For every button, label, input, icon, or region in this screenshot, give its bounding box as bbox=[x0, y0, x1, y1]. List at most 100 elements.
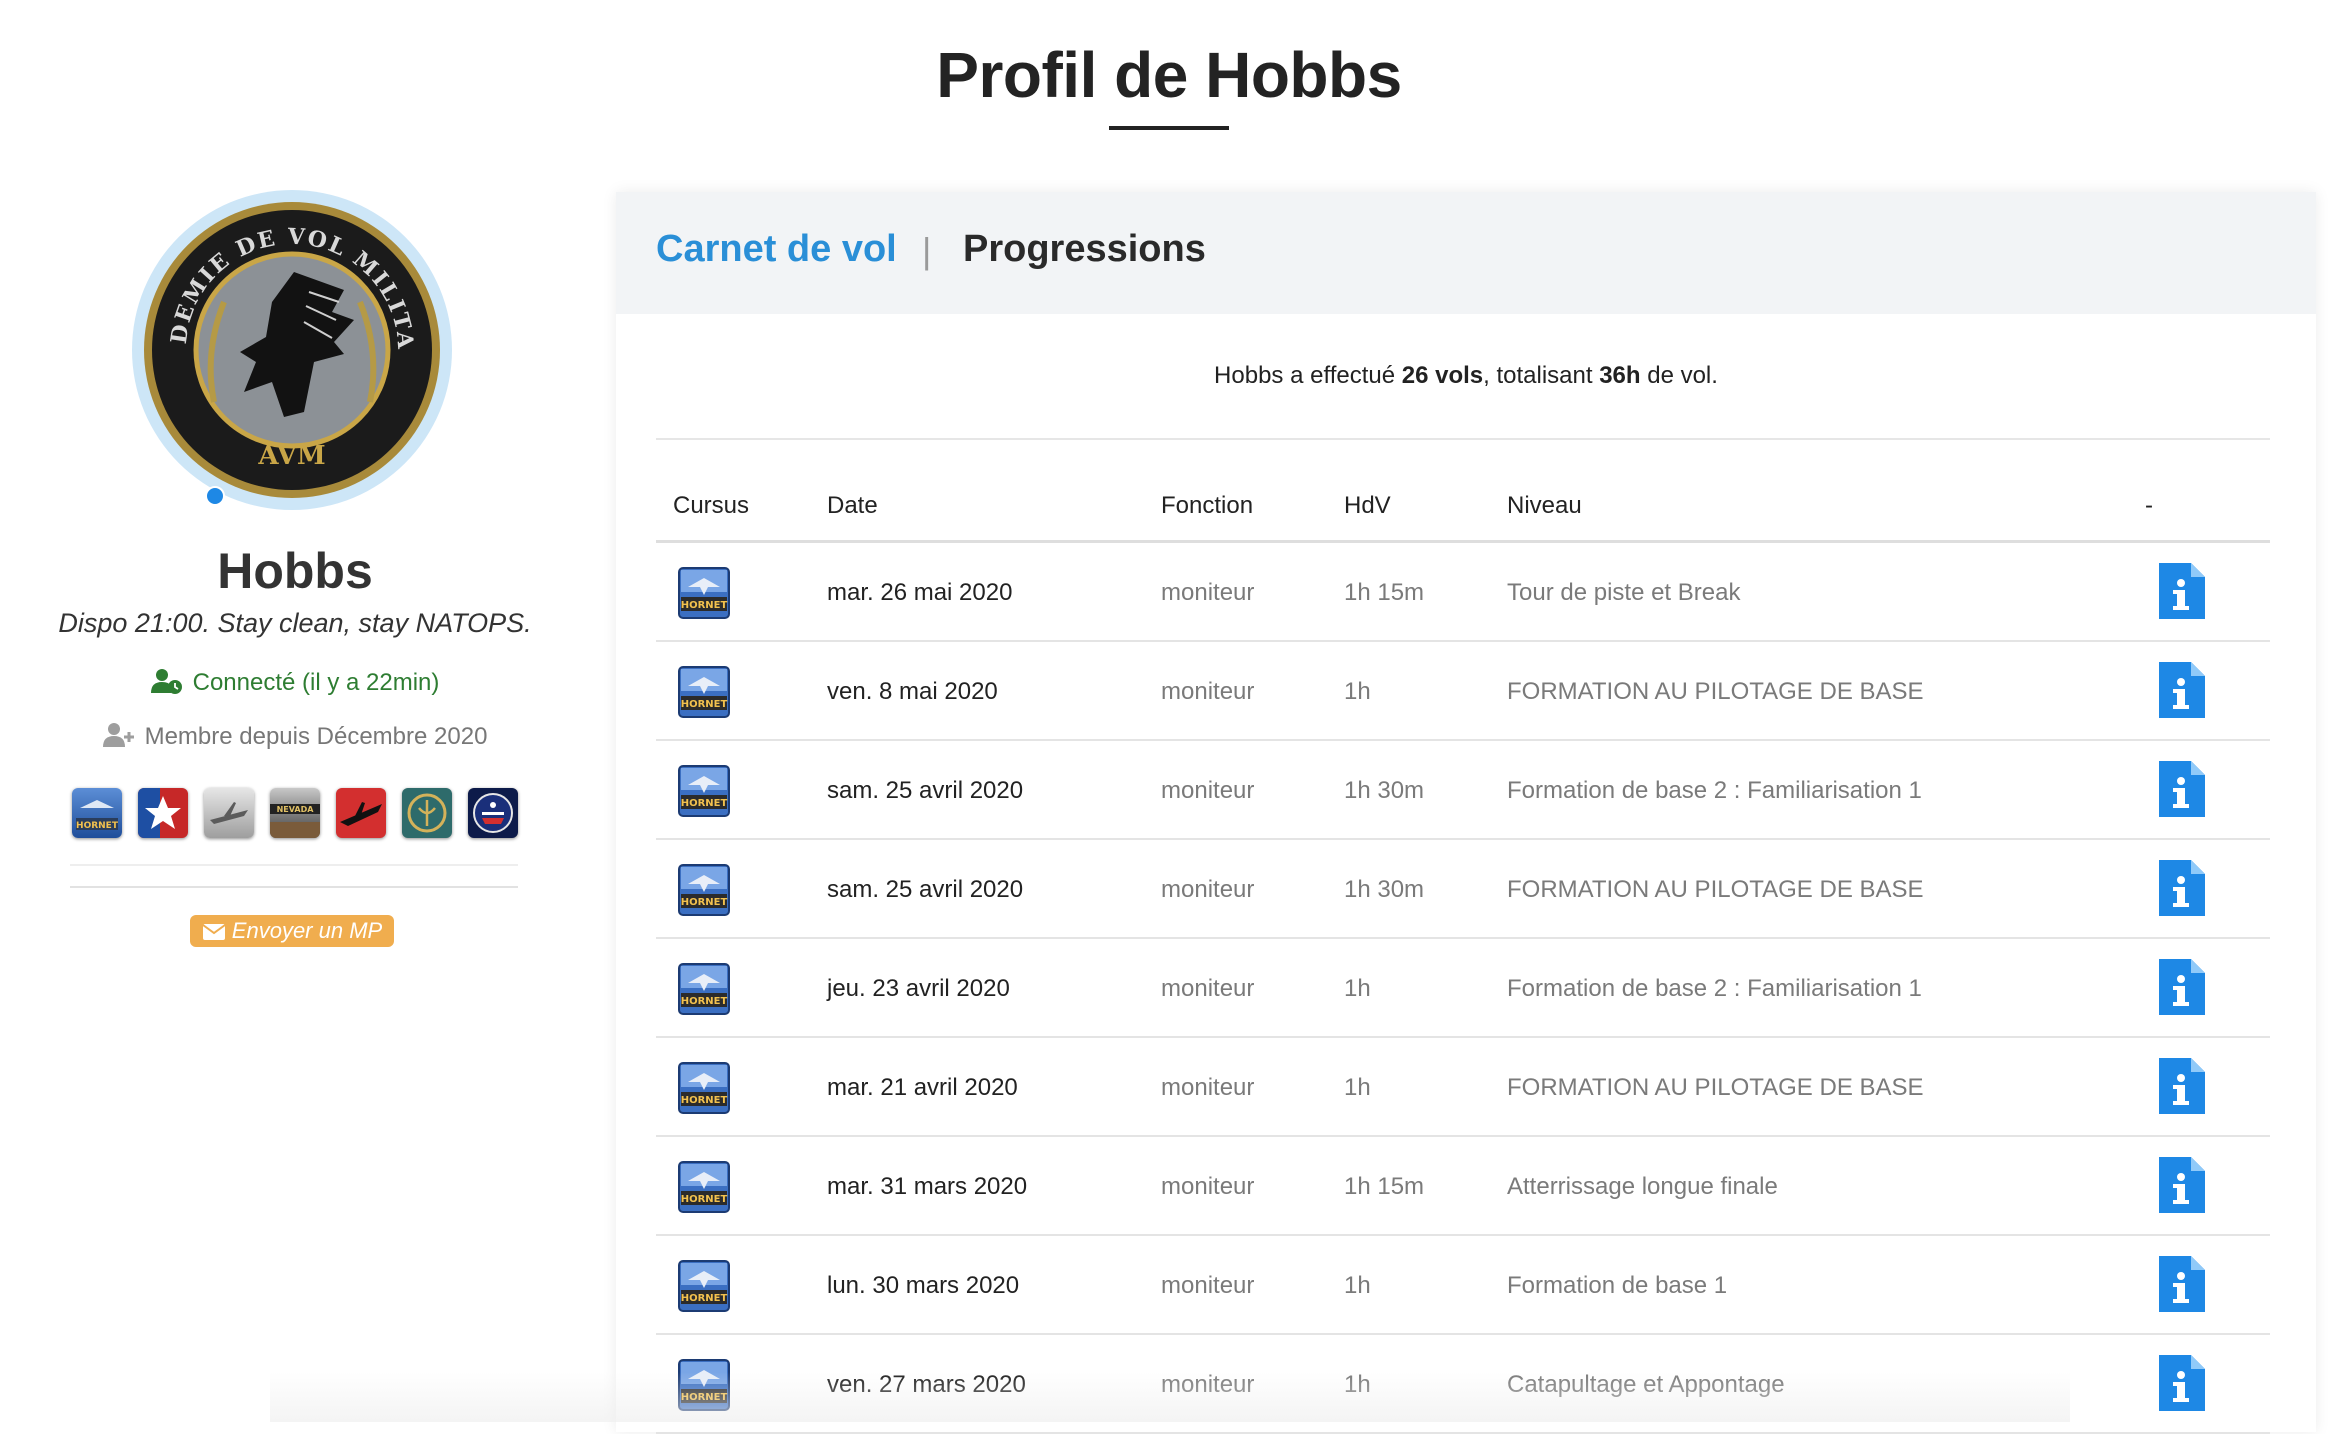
hornet-cursus-icon: HORNET bbox=[678, 666, 730, 718]
table-body: HORNET mar. 26 mai 2020 moniteur 1h 15m … bbox=[656, 543, 2270, 1434]
nevada-badge-icon[interactable]: NEVADA bbox=[270, 788, 320, 838]
hornet-badge-icon[interactable]: HORNET bbox=[72, 788, 122, 838]
envelope-icon bbox=[202, 924, 226, 940]
us-seal-badge-icon[interactable] bbox=[468, 788, 518, 838]
tabs-bar: Carnet de vol | Progressions bbox=[616, 192, 2316, 314]
table-row: HORNET lun. 30 mars 2020 moniteur 1h For… bbox=[656, 1236, 2270, 1335]
cell-date: mar. 26 mai 2020 bbox=[827, 579, 1013, 606]
svg-text:HORNET: HORNET bbox=[681, 1194, 728, 1205]
cell-hdv: 1h bbox=[1344, 678, 1371, 705]
cell-niveau: Tour de piste et Break bbox=[1507, 579, 1741, 606]
cell-hdv: 1h 15m bbox=[1344, 579, 1425, 606]
svg-text:AVM: AVM bbox=[257, 441, 325, 471]
cell-date: mar. 31 mars 2020 bbox=[827, 1173, 1028, 1200]
cell-date: ven. 8 mai 2020 bbox=[827, 678, 998, 705]
cell-date: jeu. 23 avril 2020 bbox=[827, 975, 1010, 1002]
cell-niveau: Formation de base 2 : Familiarisation 1 bbox=[1507, 975, 1922, 1002]
tab-progressions[interactable]: Progressions bbox=[963, 228, 1206, 271]
header-action: - bbox=[2145, 492, 2153, 519]
cell-date: lun. 30 mars 2020 bbox=[827, 1272, 1020, 1299]
svg-text:NEVADA: NEVADA bbox=[277, 805, 315, 814]
flight-log-panel: Carnet de vol | Progressions Hobbs a eff… bbox=[616, 192, 2316, 1434]
cell-fonction: moniteur bbox=[1161, 975, 1255, 1002]
info-document-icon[interactable] bbox=[2157, 1056, 2207, 1116]
cell-hdv: 1h bbox=[1344, 1272, 1371, 1299]
title-underline bbox=[1109, 126, 1229, 130]
hornet-cursus-icon: HORNET bbox=[678, 1161, 730, 1213]
cell-niveau: FORMATION AU PILOTAGE DE BASE bbox=[1507, 876, 1924, 903]
info-document-icon[interactable] bbox=[2157, 858, 2207, 918]
emblem-badge-icon[interactable] bbox=[402, 788, 452, 838]
page-title: Profil de Hobbs bbox=[936, 39, 1402, 111]
info-document-icon[interactable] bbox=[2157, 957, 2207, 1017]
table-header: Cursus Date Fonction HdV Niveau - bbox=[656, 482, 2270, 543]
svg-text:HORNET: HORNET bbox=[681, 798, 728, 809]
cell-hdv: 1h bbox=[1344, 1074, 1371, 1101]
info-document-icon[interactable] bbox=[2157, 1155, 2207, 1215]
star-badge-icon[interactable] bbox=[138, 788, 188, 838]
cell-hdv: 1h 15m bbox=[1344, 1173, 1425, 1200]
table-row: HORNET mar. 31 mars 2020 moniteur 1h 15m… bbox=[656, 1137, 2270, 1236]
table-row: HORNET jeu. 23 avril 2020 moniteur 1h Fo… bbox=[656, 939, 2270, 1038]
tab-separator: | bbox=[922, 230, 932, 271]
cell-fonction: moniteur bbox=[1161, 1074, 1255, 1101]
warbird-badge-icon[interactable] bbox=[204, 788, 254, 838]
table-row: HORNET sam. 25 avril 2020 moniteur 1h 30… bbox=[656, 741, 2270, 840]
hornet-cursus-icon: HORNET bbox=[678, 1062, 730, 1114]
badge-list: HORNET NEVADA bbox=[72, 788, 518, 840]
summary-divider bbox=[656, 438, 2270, 440]
hornet-cursus-icon: HORNET bbox=[678, 567, 730, 619]
cell-niveau: FORMATION AU PILOTAGE DE BASE bbox=[1507, 678, 1924, 705]
divider bbox=[70, 864, 518, 866]
profile-username: Hobbs bbox=[217, 543, 373, 599]
cell-niveau: Atterrissage longue finale bbox=[1507, 1173, 1778, 1200]
header-niveau[interactable]: Niveau bbox=[1507, 492, 1582, 520]
cell-fonction: moniteur bbox=[1161, 1173, 1255, 1200]
divider bbox=[70, 886, 518, 888]
cell-niveau: Formation de base 2 : Familiarisation 1 bbox=[1507, 777, 1922, 804]
cell-fonction: moniteur bbox=[1161, 579, 1255, 606]
svg-text:HORNET: HORNET bbox=[681, 1293, 728, 1304]
header-hdv[interactable]: HdV bbox=[1344, 492, 1391, 520]
flight-summary: Hobbs a effectué 26 vols, totalisant 36h… bbox=[1214, 362, 1718, 389]
cell-fonction: moniteur bbox=[1161, 1272, 1255, 1299]
svg-text:HORNET: HORNET bbox=[681, 1095, 728, 1106]
svg-text:HORNET: HORNET bbox=[76, 821, 119, 831]
cell-niveau: FORMATION AU PILOTAGE DE BASE bbox=[1507, 1074, 1924, 1101]
total-hours: 36h bbox=[1599, 362, 1641, 389]
send-mp-label: Envoyer un MP bbox=[231, 918, 383, 943]
online-indicator bbox=[205, 486, 225, 506]
svg-text:HORNET: HORNET bbox=[681, 600, 728, 611]
send-mp-button[interactable]: Envoyer un MP bbox=[190, 915, 394, 947]
avatar: ACADEMIE DE VOL MILITAIRE AVM bbox=[132, 190, 452, 510]
info-document-icon[interactable] bbox=[2157, 561, 2207, 621]
online-status: Connecté (il y a 22min) bbox=[40, 668, 550, 697]
info-document-icon[interactable] bbox=[2157, 1353, 2207, 1413]
table-row: HORNET sam. 25 avril 2020 moniteur 1h 30… bbox=[656, 840, 2270, 939]
info-document-icon[interactable] bbox=[2157, 1254, 2207, 1314]
svg-text:HORNET: HORNET bbox=[681, 996, 728, 1007]
tab-carnet-de-vol[interactable]: Carnet de vol bbox=[656, 228, 897, 271]
header-date[interactable]: Date bbox=[827, 492, 878, 520]
cell-date: sam. 25 avril 2020 bbox=[827, 777, 1024, 804]
cell-fonction: moniteur bbox=[1161, 777, 1255, 804]
cell-date: sam. 25 avril 2020 bbox=[827, 876, 1024, 903]
cell-fonction: moniteur bbox=[1161, 678, 1255, 705]
info-document-icon[interactable] bbox=[2157, 660, 2207, 720]
header-fonction[interactable]: Fonction bbox=[1161, 492, 1253, 520]
hornet-cursus-icon: HORNET bbox=[678, 765, 730, 817]
info-document-icon[interactable] bbox=[2157, 759, 2207, 819]
cell-hdv: 1h bbox=[1344, 975, 1371, 1002]
hornet-cursus-icon: HORNET bbox=[678, 864, 730, 916]
cell-niveau: Formation de base 1 bbox=[1507, 1272, 1728, 1299]
avm-logo-icon: ACADEMIE DE VOL MILITAIRE AVM bbox=[144, 202, 440, 498]
hornet-cursus-icon: HORNET bbox=[678, 963, 730, 1015]
profile-tagline: Dispo 21:00. Stay clean, stay NATOPS. bbox=[58, 608, 532, 638]
flight-count: 26 vols bbox=[1401, 362, 1484, 389]
table-row: HORNET ven. 8 mai 2020 moniteur 1h FORMA… bbox=[656, 642, 2270, 741]
cell-fonction: moniteur bbox=[1161, 876, 1255, 903]
header-cursus[interactable]: Cursus bbox=[673, 492, 749, 520]
table-row: HORNET mar. 21 avril 2020 moniteur 1h FO… bbox=[656, 1038, 2270, 1137]
member-since: Membre depuis Décembre 2020 bbox=[40, 722, 550, 751]
jet-badge-icon[interactable] bbox=[336, 788, 386, 838]
